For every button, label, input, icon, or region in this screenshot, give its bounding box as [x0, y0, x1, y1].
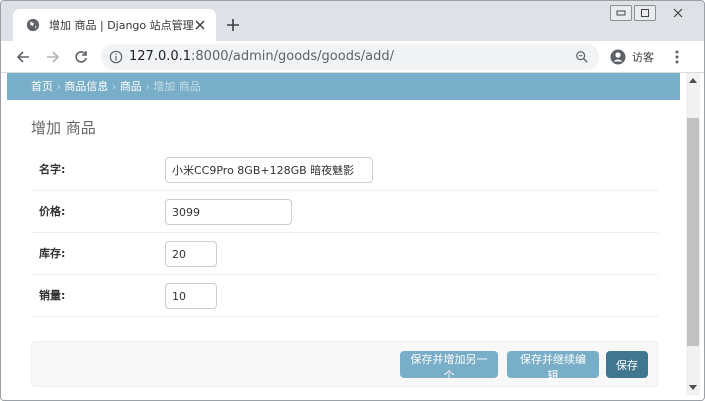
- name-input[interactable]: [165, 157, 373, 183]
- page-viewport: 首页 › 商品信息 › 商品 › 增加 商品 增加 商品 名字: 价格: 库存:…: [1, 73, 704, 400]
- close-window-icon[interactable]: [658, 5, 698, 21]
- reload-icon[interactable]: [71, 47, 91, 67]
- address-bar[interactable]: 127.0.0.1:8000/admin/goods/goods/add/: [101, 44, 599, 70]
- form-row-name: 名字:: [31, 149, 658, 191]
- window-controls: [608, 5, 698, 21]
- info-icon[interactable]: [109, 49, 125, 65]
- sales-label: 销量:: [39, 289, 66, 302]
- breadcrumb-separator: ›: [56, 80, 61, 93]
- zoom-icon[interactable]: [575, 49, 591, 65]
- breadcrumb-current: 增加 商品: [153, 80, 201, 93]
- tab-strip: 增加 商品 | Django 站点管理员: [1, 1, 704, 41]
- sales-input[interactable]: [165, 283, 217, 309]
- browser-window: 增加 商品 | Django 站点管理员 127.0.0.1:8000/admi…: [0, 0, 705, 401]
- globe-icon: [25, 17, 41, 33]
- save-and-add-another-button[interactable]: 保存并增加另一个: [400, 351, 498, 382]
- browser-toolbar: 127.0.0.1:8000/admin/goods/goods/add/ 访客: [1, 41, 704, 73]
- vertical-scrollbar[interactable]: [686, 73, 700, 395]
- form-row-price: 价格:: [31, 191, 658, 233]
- breadcrumb-home[interactable]: 首页: [31, 80, 53, 93]
- minimize-icon[interactable]: [610, 5, 632, 21]
- breadcrumb-separator: ›: [145, 80, 150, 93]
- form-row-stock: 库存:: [31, 233, 658, 275]
- submit-row: 保存并增加另一个 保存并继续编辑 保存: [31, 341, 658, 387]
- stock-input[interactable]: [165, 241, 217, 267]
- new-tab-icon[interactable]: [223, 15, 243, 35]
- scroll-down-icon[interactable]: [686, 381, 700, 395]
- stock-label: 库存:: [39, 247, 66, 260]
- tab-title: 增加 商品 | Django 站点管理员: [49, 19, 194, 32]
- form-row-sales: 销量:: [31, 275, 658, 317]
- name-label: 名字:: [39, 163, 66, 176]
- profile-label: 访客: [632, 51, 654, 64]
- url-path: :8000/admin/goods/goods/add/: [191, 49, 394, 64]
- breadcrumb-app[interactable]: 商品信息: [64, 80, 108, 93]
- save-and-continue-button[interactable]: 保存并继续编辑: [507, 351, 599, 382]
- breadcrumb: 首页 › 商品信息 › 商品 › 增加 商品: [7, 73, 680, 100]
- scroll-up-icon[interactable]: [686, 73, 700, 87]
- price-input[interactable]: [165, 199, 292, 225]
- url-host: 127.0.0.1: [129, 49, 192, 64]
- page-title: 增加 商品: [31, 119, 96, 137]
- back-arrow-icon[interactable]: [13, 47, 33, 67]
- breadcrumb-model[interactable]: 商品: [120, 80, 142, 93]
- kebab-menu-icon[interactable]: [667, 47, 687, 67]
- save-button[interactable]: 保存: [606, 351, 648, 378]
- profile-button[interactable]: 访客: [604, 44, 661, 70]
- close-tab-icon[interactable]: [192, 17, 208, 33]
- scrollbar-thumb[interactable]: [687, 118, 699, 346]
- price-label: 价格:: [39, 205, 66, 218]
- url-text: 127.0.0.1:8000/admin/goods/goods/add/: [129, 44, 394, 70]
- breadcrumb-separator: ›: [111, 80, 117, 93]
- browser-tab-active[interactable]: 增加 商品 | Django 站点管理员: [13, 9, 216, 41]
- user-avatar-icon: [610, 49, 626, 65]
- maximize-icon[interactable]: [634, 5, 656, 21]
- forward-arrow-icon[interactable]: [43, 47, 63, 67]
